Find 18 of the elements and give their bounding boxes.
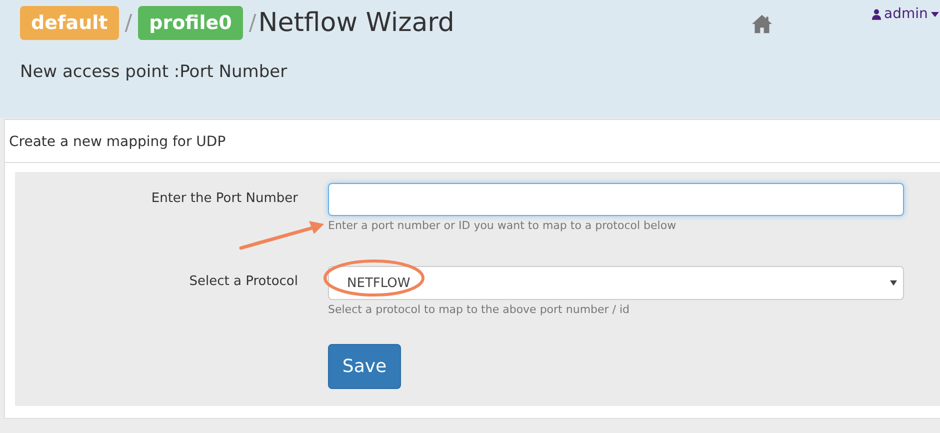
user-icon — [872, 8, 881, 20]
dropdown-caret-icon[interactable] — [890, 280, 897, 286]
page-title: Netflow Wizard — [258, 8, 454, 38]
page-subtitle: New access point :Port Number — [20, 62, 288, 82]
field-label: Enter the Port Number — [150, 190, 298, 208]
select-dropdown[interactable]: NETFLOW — [328, 266, 904, 300]
help-text: Enter a port number or ID you want to map to a protocol below — [328, 219, 678, 232]
save-button[interactable]: Save — [328, 344, 401, 389]
input-field[interactable] — [328, 183, 904, 216]
help-text: Select a protocol to map to the above port number / id — [328, 303, 631, 316]
caret-icon[interactable] — [930, 12, 939, 16]
field-label: Select a Protocol — [188, 273, 298, 291]
breadcrumb-separator: / — [124, 10, 132, 36]
breadcrumb-separator: / — [248, 10, 256, 36]
panel-heading: Create a new mapping for UDP — [5, 120, 940, 163]
breadcrumb-badge[interactable]: profile0 — [138, 6, 243, 40]
user-menu[interactable]: admin — [884, 6, 928, 22]
home-icon[interactable] — [750, 14, 774, 34]
